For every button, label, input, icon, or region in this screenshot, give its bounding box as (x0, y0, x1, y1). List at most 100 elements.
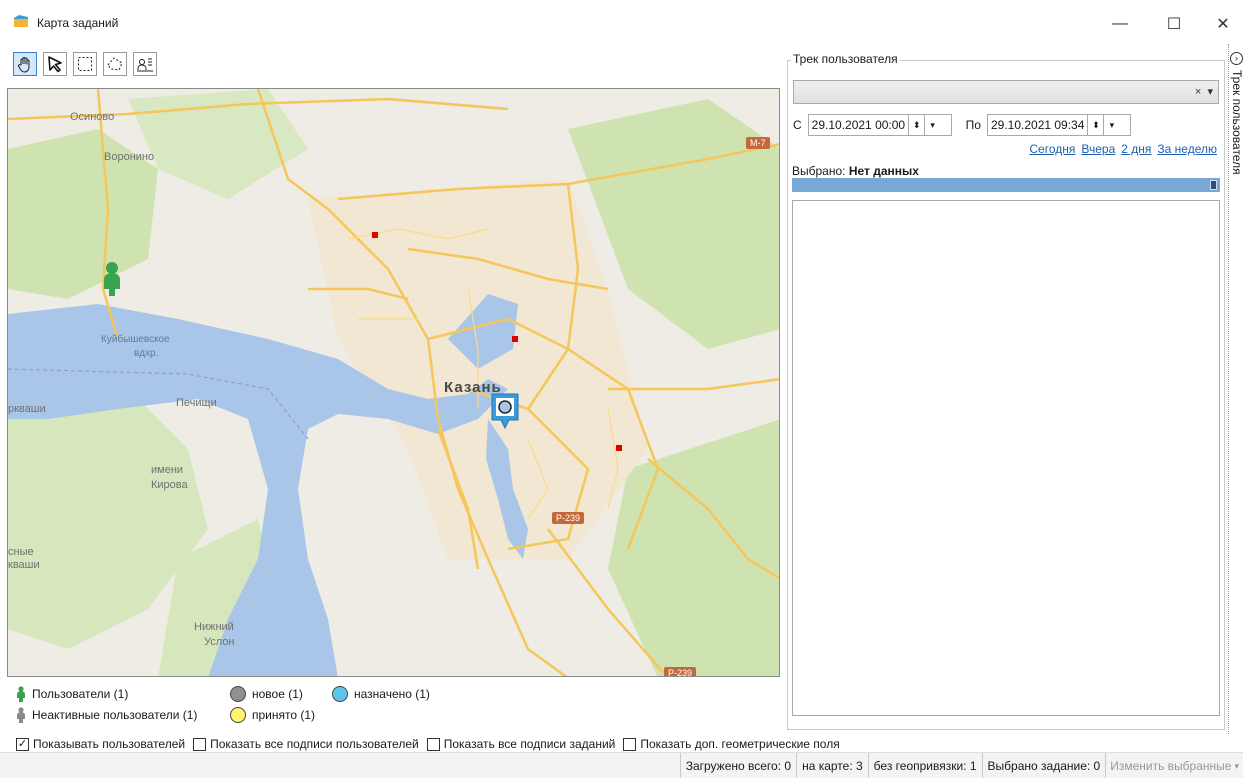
polygon-select-tool-button[interactable] (103, 52, 127, 76)
user-track-side-tab[interactable]: › Трек пользователя (1228, 44, 1243, 734)
legend-users: Пользователи (1) (16, 686, 128, 702)
select-tool-button[interactable] (43, 52, 67, 76)
minimize-button[interactable]: — (1097, 8, 1143, 40)
chevron-down-icon[interactable]: ▾ (924, 115, 940, 135)
clear-icon[interactable]: × (1195, 86, 1201, 98)
user-inactive-icon (17, 707, 25, 723)
legend-assigned: назначено (1) (332, 686, 430, 702)
user-marker-icon[interactable] (101, 261, 123, 297)
quick-range-links: Сегодня Вчера 2 дня За неделю (1029, 142, 1217, 156)
show-users-label: Показывать пользователей (33, 737, 186, 751)
to-date-picker[interactable]: 29.10.2021 09:34 ⬍ ▾ (986, 114, 1131, 136)
user-select-combobox[interactable]: × ▾ (793, 80, 1219, 104)
change-selected-button[interactable]: Изменить выбранные ▾ (1105, 753, 1243, 778)
pan-tool-button[interactable] (13, 52, 37, 76)
assigned-task-pin-icon[interactable] (490, 392, 520, 432)
to-date-value: 29.10.2021 09:34 (990, 118, 1085, 132)
chevron-down-icon[interactable]: ▾ (1207, 86, 1213, 98)
show-user-captions-label: Показать все подписи пользователей (210, 737, 419, 751)
selected-label: Выбрано: (792, 164, 849, 178)
map-label-vdkhr: вдхр. (134, 348, 159, 359)
map-label-kirova: Кирова (151, 479, 188, 491)
map-label-nizhny: Нижний (194, 621, 234, 633)
date-range-row: С 29.10.2021 00:00 ⬍ ▾ По 29.10.2021 09:… (793, 114, 1131, 136)
polygon-select-icon (107, 57, 123, 71)
status-loaded: Загружено всего: 0 (679, 753, 796, 778)
status-no-geo: без геопривязки: 1 (867, 753, 982, 778)
road-shield-p239-bottom: Р-239 (664, 667, 697, 676)
legend-new-label: новое (1) (252, 687, 303, 701)
map-label-imeni: имени (151, 464, 184, 476)
map-legend: Пользователи (1) Неактивные пользователи… (16, 686, 776, 726)
title-bar: Карта заданий — ☐ ✕ (0, 0, 1243, 38)
map-options: ✓ Показывать пользователей Показать все … (16, 737, 840, 751)
user-track-tool-button[interactable] (133, 52, 157, 76)
chevron-right-icon[interactable]: › (1230, 52, 1243, 65)
spinner-icon[interactable]: ⬍ (1087, 115, 1103, 135)
map-label-kvashi: кваши (8, 559, 40, 571)
show-task-captions-label: Показать все подписи заданий (443, 737, 616, 751)
track-timeline-bar[interactable] (792, 178, 1220, 192)
selected-value: Нет данных (848, 164, 919, 178)
change-selected-label: Изменить выбранные (1110, 759, 1232, 773)
show-geo-fields-label: Показать доп. геометрические поля (640, 737, 840, 751)
show-task-captions-checkbox[interactable]: Показать все подписи заданий (426, 737, 616, 751)
map-label-sny: сные (8, 546, 34, 558)
legend-accepted-label: принято (1) (252, 708, 316, 722)
show-users-checkbox[interactable]: ✓ Показывать пользователей (16, 737, 185, 751)
rect-select-icon (78, 57, 92, 71)
map-label-kuybyshev: Куйбышевское (101, 334, 170, 345)
legend-new: новое (1) (230, 686, 303, 702)
map-toolbar (13, 52, 157, 76)
legend-assigned-label: назначено (1) (354, 687, 430, 701)
road-shield-m7: М-7 (746, 137, 770, 149)
user-active-icon (17, 686, 25, 702)
close-button[interactable]: ✕ (1200, 8, 1243, 40)
status-assigned-icon (332, 686, 348, 702)
status-selected-task: Выбрано задание: 0 (981, 753, 1106, 778)
two-days-link[interactable]: 2 дня (1121, 142, 1151, 156)
checkbox-checked-icon: ✓ (16, 737, 29, 751)
rect-select-tool-button[interactable] (73, 52, 97, 76)
to-label: По (965, 118, 981, 132)
user-track-group-title: Трек пользователя (791, 52, 900, 66)
app-icon (14, 15, 28, 27)
status-bar: Загружено всего: 0 на карте: 3 без геопр… (0, 752, 1243, 778)
road-shield-p239: Р-239 (552, 512, 585, 524)
map-canvas (8, 89, 779, 676)
today-link[interactable]: Сегодня (1029, 142, 1075, 156)
week-link[interactable]: За неделю (1157, 142, 1217, 156)
from-label: С (793, 118, 802, 132)
maximize-button[interactable]: ☐ (1151, 8, 1197, 40)
spinner-icon[interactable]: ⬍ (908, 115, 924, 135)
map-label-voronino: Воронино (104, 151, 155, 163)
map-label-uslon: Услон (204, 636, 235, 648)
checkbox-unchecked-icon (193, 737, 207, 751)
timeline-handle[interactable] (1210, 180, 1217, 190)
legend-inactive-users-label: Неактивные пользователи (1) (32, 708, 198, 722)
side-tab-label: Трек пользователя (1230, 70, 1243, 175)
window-title: Карта заданий (37, 16, 119, 30)
map-view[interactable]: Осиново Воронино Куйбышевское вдхр. Каза… (7, 88, 780, 677)
from-date-picker[interactable]: 29.10.2021 00:00 ⬍ ▾ (807, 114, 952, 136)
selected-summary: Выбрано: Нет данных (792, 164, 919, 178)
legend-inactive-users: Неактивные пользователи (1) (16, 707, 197, 723)
yesterday-link[interactable]: Вчера (1081, 142, 1115, 156)
legend-users-label: Пользователи (1) (32, 687, 129, 701)
status-accepted-icon (230, 707, 246, 723)
chevron-down-icon[interactable]: ▾ (1103, 115, 1119, 135)
show-user-captions-checkbox[interactable]: Показать все подписи пользователей (193, 737, 419, 751)
map-label-osinovo: Осиново (70, 111, 115, 123)
checkbox-unchecked-icon (623, 737, 637, 751)
map-label-rkvashi: ркваши (8, 403, 46, 415)
from-date-value: 29.10.2021 00:00 (811, 118, 906, 132)
arrow-select-icon (48, 56, 62, 73)
track-points-list[interactable] (792, 200, 1220, 716)
user-pin-icon (137, 58, 153, 72)
legend-accepted: принято (1) (230, 707, 315, 723)
user-track-panel: Трек пользователя × ▾ С 29.10.2021 00:00… (787, 52, 1227, 730)
status-on-map: на карте: 3 (796, 753, 868, 778)
show-geo-fields-checkbox[interactable]: Показать доп. геометрические поля (623, 737, 840, 751)
user-select-controls: × ▾ (1195, 85, 1213, 98)
chevron-down-icon: ▾ (1234, 761, 1239, 771)
